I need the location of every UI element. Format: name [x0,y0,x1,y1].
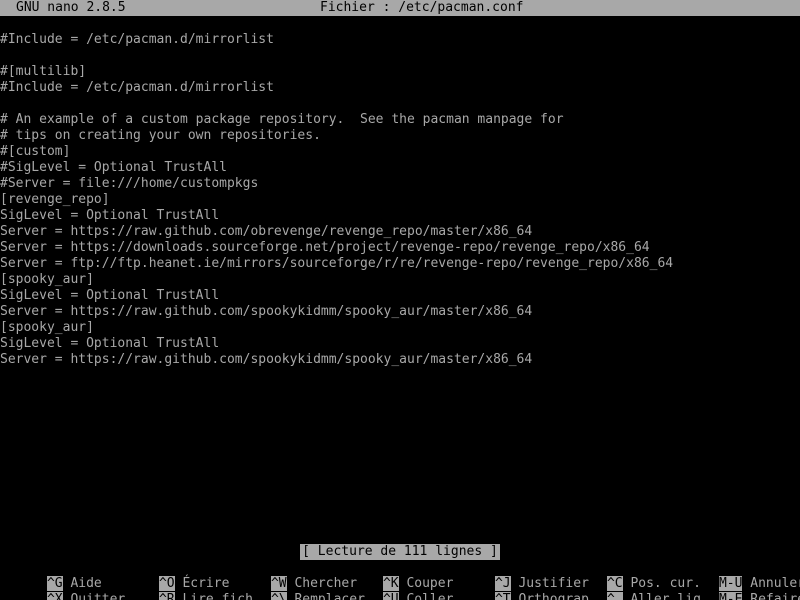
editor-line[interactable]: # An example of a custom package reposit… [0,112,800,128]
shortcut-ecrire[interactable]: ^O Écrire [112,560,229,591]
editor-line[interactable]: #Include = /etc/pacman.d/mirrorlist [0,80,800,96]
editor-line[interactable]: [spooky_aur] [0,272,800,288]
terminal-screen: GNU nano 2.8.5 Fichier : /etc/pacman.con… [0,0,800,600]
file-name: Fichier : /etc/pacman.conf [320,0,524,15]
editor-line[interactable]: #Include = /etc/pacman.d/mirrorlist [0,32,800,48]
editor-line[interactable]: SigLevel = Optional TrustAll [0,336,800,352]
shortcut-quitter[interactable]: ^X Quitter [0,576,125,600]
editor-line[interactable] [0,48,800,64]
editor-line[interactable]: Server = ftp://ftp.heanet.ie/mirrors/sou… [0,256,800,272]
editor-line[interactable]: #Server = file:///home/custompkgs [0,176,800,192]
editor-line[interactable]: #SigLevel = Optional TrustAll [0,160,800,176]
shortcut-key: ^U [382,592,399,600]
shortcut-coller[interactable]: ^U Coller [336,576,453,600]
shortcut-couper[interactable]: ^K Couper [336,560,453,591]
editor-line[interactable]: Server = https://raw.github.com/spookyki… [0,352,800,368]
editor-line[interactable]: Server = https://raw.github.com/spookyki… [0,304,800,320]
editor-line[interactable]: [revenge_repo] [0,192,800,208]
editor-line[interactable]: Server = https://downloads.sourceforge.n… [0,240,800,256]
editor-line[interactable] [0,96,800,112]
status-message: [ Lecture de 111 lignes ] [300,544,500,560]
app-version: GNU nano 2.8.5 [16,0,126,15]
editor-line[interactable]: # tips on creating your own repositories… [0,128,800,144]
editor-line[interactable]: [spooky_aur] [0,320,800,336]
editor-line[interactable]: #[custom] [0,144,800,160]
shortcut-label: Coller [406,592,454,600]
editor-line[interactable]: #[multilib] [0,64,800,80]
editor-line[interactable]: SigLevel = Optional TrustAll [0,288,800,304]
shortcut-bar: ^G Aide ^O Écrire ^W Chercher ^K Couper … [0,560,800,600]
shortcut-annuler[interactable]: M-U Annuler [672,560,800,591]
status-bar: [ Lecture de 111 lignes ] [0,544,800,560]
shortcut-label: Refaire [750,592,800,600]
shortcut-refaire[interactable]: M-E Refaire [672,576,800,600]
shortcut-key: ^X [46,592,63,600]
shortcut-aide[interactable]: ^G Aide [0,560,102,591]
shortcut-key: ^R [158,592,175,600]
title-bar: GNU nano 2.8.5 Fichier : /etc/pacman.con… [0,0,800,16]
shortcut-key: ^_ [606,592,623,600]
shortcut-key: ^\ [270,592,287,600]
shortcut-key: M-E [718,592,743,600]
shortcut-key: ^T [494,592,511,600]
editor-line[interactable]: SigLevel = Optional TrustAll [0,208,800,224]
editor-line[interactable]: Server = https://raw.github.com/obreveng… [0,224,800,240]
editor-buffer[interactable]: #Include = /etc/pacman.d/mirrorlist #[mu… [0,32,800,368]
